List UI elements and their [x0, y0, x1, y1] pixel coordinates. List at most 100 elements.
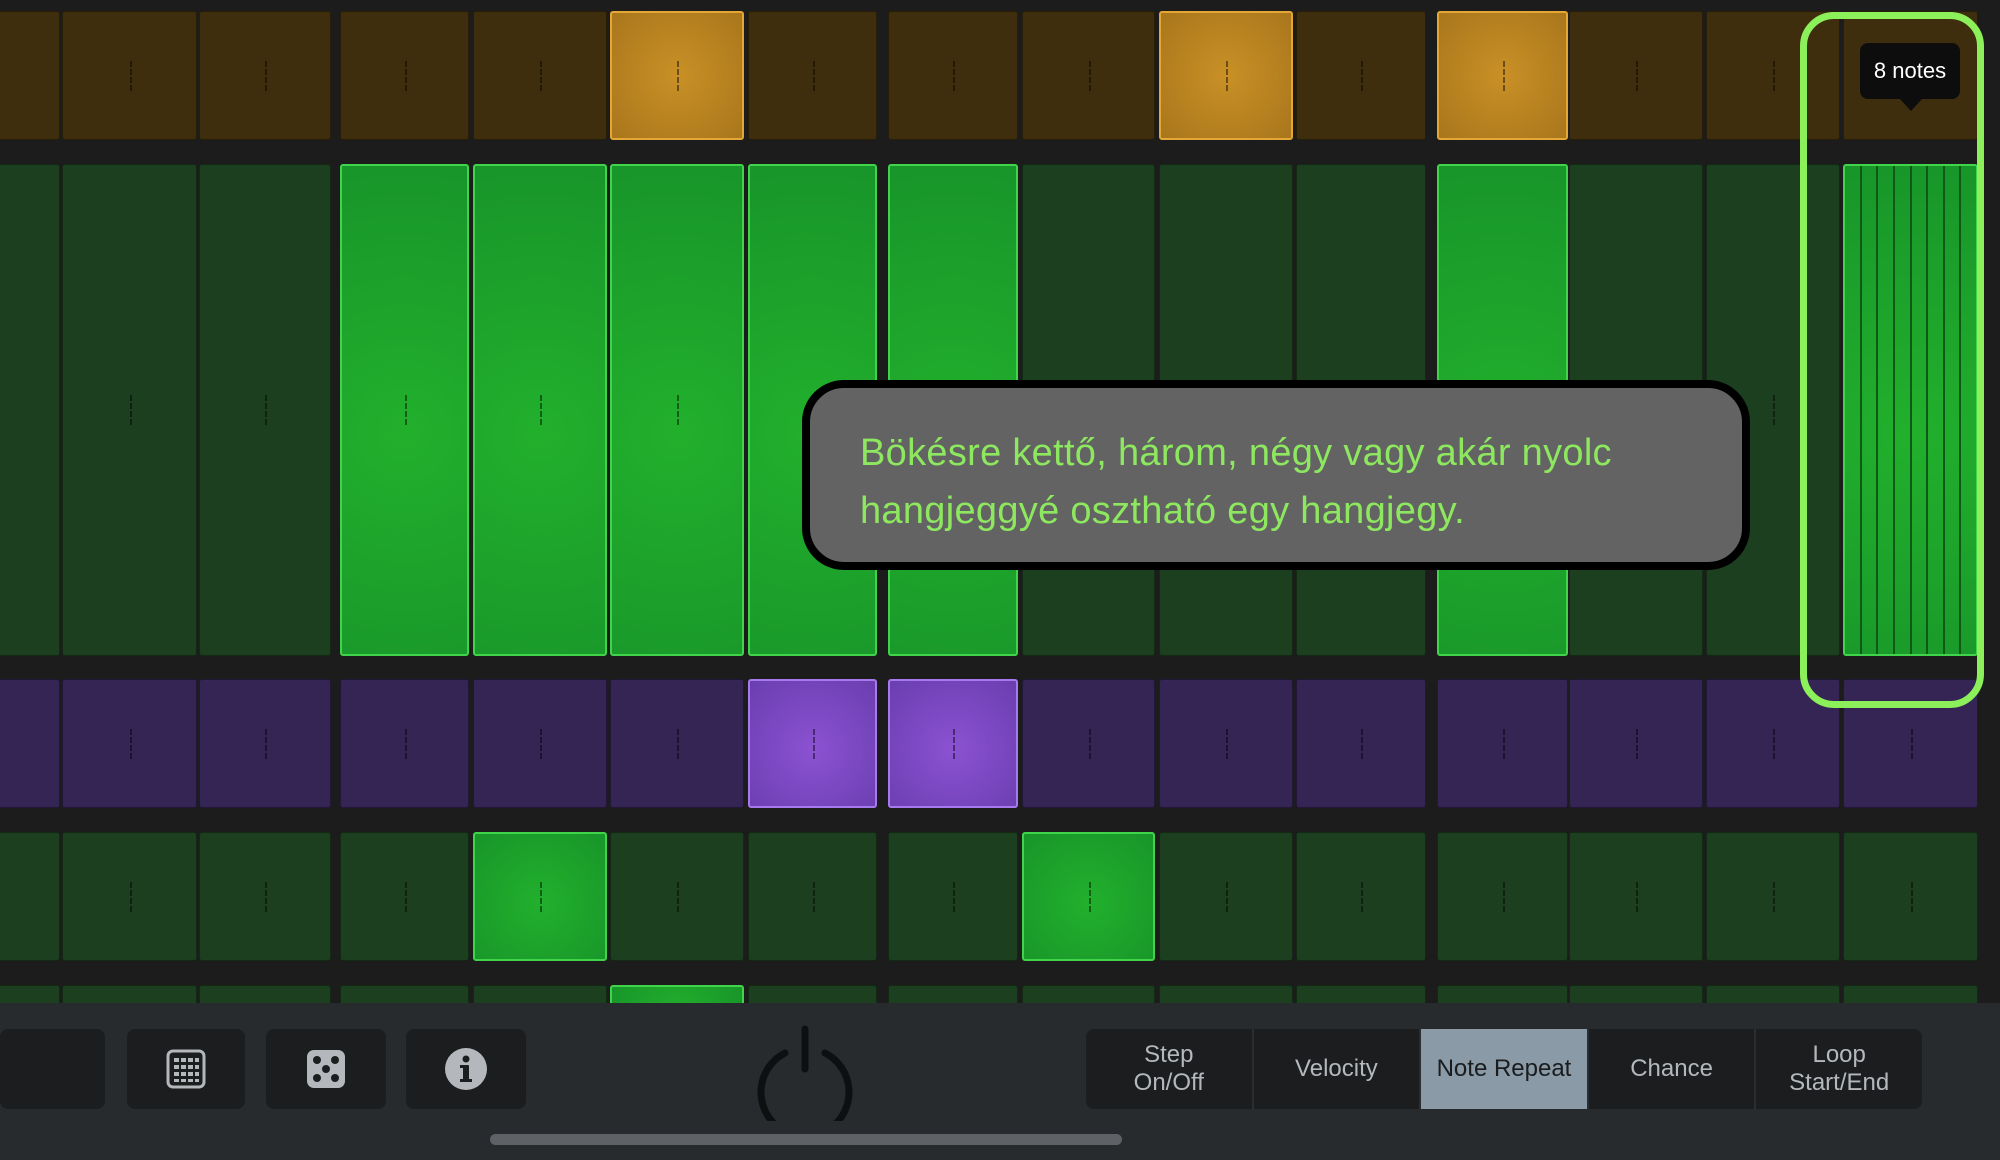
step-cell[interactable] [1843, 832, 1978, 961]
step-center-mark [540, 728, 542, 759]
step-center-mark [1636, 728, 1638, 759]
grid-button[interactable] [127, 1029, 245, 1109]
step-center-mark [1226, 60, 1228, 91]
step-cell[interactable] [1569, 679, 1703, 808]
mode-note-repeat-button[interactable]: Note Repeat [1421, 1029, 1589, 1109]
step-center-mark [953, 60, 955, 91]
step-center-mark [404, 881, 407, 912]
step-cell[interactable] [1569, 832, 1703, 961]
step-cell[interactable] [0, 164, 60, 656]
step-cell[interactable] [1159, 679, 1293, 808]
track-row [0, 679, 2000, 808]
step-cell[interactable] [199, 164, 331, 656]
dice-icon [307, 1050, 345, 1088]
step-center-mark [540, 881, 542, 912]
home-indicator[interactable] [490, 1134, 1122, 1145]
step-center-mark [812, 60, 815, 91]
step-center-mark [404, 728, 407, 759]
step-cell[interactable] [62, 679, 197, 808]
step-center-mark [129, 60, 132, 91]
step-cell[interactable] [888, 832, 1018, 961]
step-center-mark [1088, 881, 1091, 912]
bottom-toolbar: Step On/Off Velocity Note Repeat Chance Loop S… [0, 1003, 2000, 1160]
step-center-mark [1910, 728, 1913, 759]
step-cell-active[interactable] [473, 832, 607, 961]
step-cell-active[interactable] [888, 679, 1018, 808]
step-cell[interactable] [748, 11, 877, 140]
step-center-mark [1636, 60, 1638, 91]
step-cell[interactable] [62, 11, 197, 140]
step-center-mark [1226, 728, 1228, 759]
step-center-mark [1910, 881, 1913, 912]
step-center-mark [404, 60, 407, 91]
edit-mode-selector: Step On/Off Velocity Note Repeat Chance Loop S… [1086, 1029, 1922, 1109]
step-center-mark [953, 728, 955, 759]
step-center-mark [265, 395, 267, 425]
step-cell[interactable] [199, 679, 331, 808]
step-cell-active[interactable] [340, 164, 469, 656]
step-cell[interactable] [1437, 679, 1568, 808]
step-cell[interactable] [340, 11, 469, 140]
mode-step-on-off-button[interactable]: Step On/Off [1086, 1029, 1254, 1109]
step-cell[interactable] [1296, 832, 1426, 961]
step-center-mark [812, 728, 815, 759]
step-cell[interactable] [888, 11, 1018, 140]
mode-chance-button[interactable]: Chance [1589, 1029, 1757, 1109]
step-center-mark [1773, 395, 1775, 425]
step-center-mark [129, 728, 132, 759]
step-center-mark [540, 60, 542, 91]
step-cell[interactable] [1437, 832, 1568, 961]
step-center-mark [1502, 728, 1505, 759]
step-cell[interactable] [748, 832, 877, 961]
step-cell[interactable] [1022, 679, 1155, 808]
step-cell[interactable] [62, 832, 197, 961]
step-cell[interactable] [473, 11, 607, 140]
step-cell[interactable] [0, 679, 60, 808]
power-icon [757, 1025, 853, 1140]
step-center-mark [1226, 881, 1228, 912]
step-center-mark [1361, 881, 1363, 912]
step-cell[interactable] [610, 832, 744, 961]
toolbar-button-partial[interactable] [0, 1029, 105, 1109]
step-cell-active[interactable] [1159, 11, 1293, 140]
step-center-mark [1088, 60, 1091, 91]
step-cell-active[interactable] [748, 679, 877, 808]
mode-loop-start-end-button[interactable]: Loop Start/End [1756, 1029, 1922, 1109]
step-cell-active[interactable] [1437, 11, 1568, 140]
step-cell[interactable] [62, 164, 197, 656]
step-center-mark [265, 60, 267, 91]
step-cell-active[interactable] [1022, 832, 1155, 961]
step-cell-active[interactable] [473, 164, 607, 656]
notes-count-badge: 8 notes [1860, 43, 1960, 111]
step-cell[interactable] [0, 832, 60, 961]
step-cell[interactable] [199, 11, 331, 140]
step-cell[interactable] [1569, 11, 1703, 140]
randomize-button[interactable] [266, 1029, 386, 1109]
step-cell[interactable] [1706, 832, 1840, 961]
mode-velocity-button[interactable]: Velocity [1254, 1029, 1422, 1109]
step-center-mark [1773, 728, 1775, 759]
step-cell[interactable] [0, 11, 60, 140]
step-cell[interactable] [340, 832, 469, 961]
step-cell[interactable] [473, 679, 607, 808]
step-cell[interactable] [610, 679, 744, 808]
step-cell-active[interactable] [610, 11, 744, 140]
step-center-mark [1361, 60, 1363, 91]
step-cell-active[interactable] [610, 164, 744, 656]
step-cell[interactable] [1296, 11, 1426, 140]
info-button[interactable] [406, 1029, 526, 1109]
step-cell[interactable] [340, 679, 469, 808]
step-cell[interactable] [1296, 679, 1426, 808]
step-cell[interactable] [199, 832, 331, 961]
step-center-mark [677, 881, 679, 912]
step-center-mark [404, 395, 407, 425]
step-center-mark [1502, 881, 1505, 912]
step-cell[interactable] [1159, 832, 1293, 961]
power-button[interactable] [755, 1021, 855, 1140]
step-center-mark [540, 395, 542, 425]
step-center-mark [1361, 728, 1363, 759]
step-center-mark [677, 395, 679, 425]
track-row [0, 11, 2000, 140]
step-cell[interactable] [1022, 11, 1155, 140]
step-center-mark [129, 395, 132, 425]
